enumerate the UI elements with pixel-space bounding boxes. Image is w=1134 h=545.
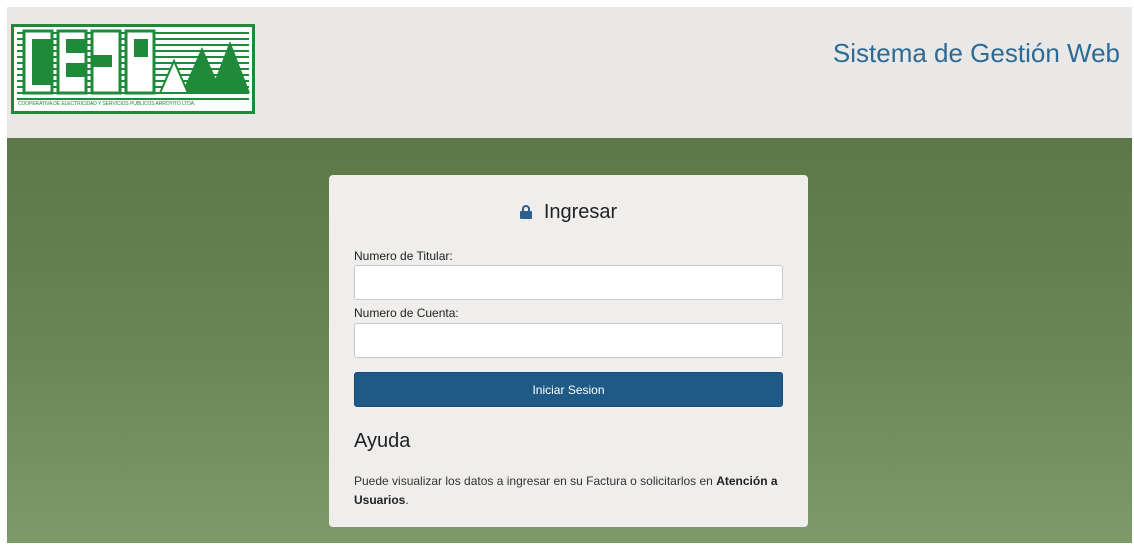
titular-label: Numero de Titular: [354,249,453,263]
app-title: Sistema de Gestión Web [832,38,1120,68]
page-frame: COOPERATIVA DE ELECTRICIDAD Y SERVICIOS … [7,7,1132,543]
login-title-text: Ingresar [543,201,618,223]
help-description: Puede visualizar los datos a ingresar en… [354,474,713,488]
main-area: Ingresar Numero de Titular: Numero de Cu… [7,138,1132,543]
help-suffix: . [405,493,409,507]
cuenta-input[interactable] [354,323,783,358]
help-title: Ayuda [354,430,411,452]
cuenta-label: Numero de Cuenta: [354,306,459,320]
company-logo: COOPERATIVA DE ELECTRICIDAD Y SERVICIOS … [11,24,255,114]
lock-icon [519,202,532,225]
login-button[interactable]: Iniciar Sesion [354,372,783,407]
help-text: Puede visualizar los datos a ingresar en… [354,472,784,510]
login-card: Ingresar Numero de Titular: Numero de Cu… [329,175,808,527]
header: COOPERATIVA DE ELECTRICIDAD Y SERVICIOS … [7,7,1132,138]
login-title: Ingresar [329,201,808,225]
logo-caption: COOPERATIVA DE ELECTRICIDAD Y SERVICIOS … [18,101,196,107]
logo-graphic [17,29,250,100]
titular-input[interactable] [354,265,783,300]
